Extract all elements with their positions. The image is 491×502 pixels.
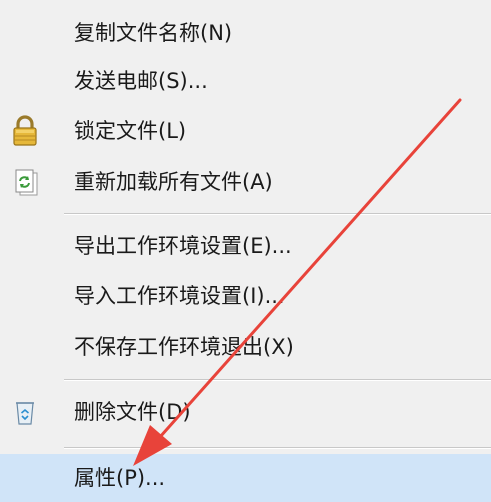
menu-item-export-workspace[interactable]: 导出工作环境设置(E)... bbox=[0, 222, 491, 270]
menu-item-import-workspace[interactable]: 导入工作环境设置(I)... bbox=[0, 272, 491, 320]
reload-document-icon bbox=[8, 165, 42, 199]
menu-item-properties[interactable]: 属性(P)... bbox=[0, 454, 491, 502]
lock-icon bbox=[8, 114, 42, 148]
context-menu: 复制文件名称(N) 发送电邮(S)... 锁定文件(L) 重新加载所有文件(A)… bbox=[0, 0, 491, 502]
menu-item-label: 发送电邮(S)... bbox=[74, 69, 208, 93]
menu-item-label: 导出工作环境设置(E)... bbox=[74, 234, 292, 258]
menu-item-label: 重新加载所有文件(A) bbox=[74, 170, 273, 194]
menu-item-lock-file[interactable]: 锁定文件(L) bbox=[0, 107, 491, 155]
menu-item-label: 复制文件名称(N) bbox=[74, 21, 233, 45]
menu-item-label: 导入工作环境设置(I)... bbox=[74, 284, 285, 308]
menu-item-delete-file[interactable]: 删除文件(D) bbox=[0, 388, 491, 436]
menu-item-reload-all[interactable]: 重新加载所有文件(A) bbox=[0, 158, 491, 206]
menu-separator bbox=[64, 447, 491, 449]
menu-separator bbox=[64, 379, 491, 381]
menu-item-label: 不保存工作环境退出(X) bbox=[74, 335, 294, 359]
menu-item-exit-without-saving[interactable]: 不保存工作环境退出(X) bbox=[0, 323, 491, 371]
menu-item-label: 属性(P)... bbox=[74, 466, 166, 490]
recycle-bin-icon bbox=[8, 395, 42, 429]
menu-item-copy-filename[interactable]: 复制文件名称(N) bbox=[0, 9, 491, 57]
menu-item-label: 锁定文件(L) bbox=[74, 119, 187, 143]
menu-item-send-email[interactable]: 发送电邮(S)... bbox=[0, 57, 491, 105]
menu-separator bbox=[64, 213, 491, 215]
menu-item-label: 删除文件(D) bbox=[74, 400, 191, 424]
